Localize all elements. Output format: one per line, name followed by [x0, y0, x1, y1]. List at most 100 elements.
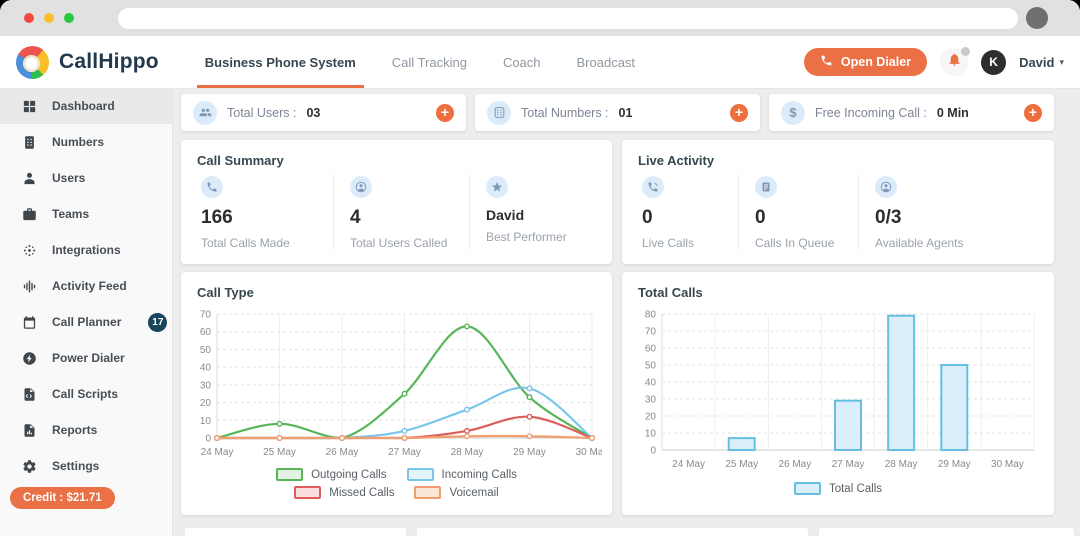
svg-text:26 May: 26 May	[326, 447, 359, 458]
minimize-dot[interactable]	[44, 13, 54, 23]
bell-icon	[947, 52, 962, 72]
tab-coach[interactable]: Coach	[503, 36, 541, 88]
report-file-icon	[22, 423, 37, 438]
svg-text:70: 70	[200, 310, 212, 321]
svg-text:27 May: 27 May	[388, 447, 421, 458]
numbers-keypad-icon	[22, 135, 37, 150]
sidebar-item-activity-feed[interactable]: Activity Feed	[0, 268, 172, 304]
browser-chrome	[0, 0, 1080, 36]
credit-badge[interactable]: Credit : $21.71	[10, 487, 115, 509]
sidebar-item-dashboard[interactable]: Dashboard	[0, 88, 172, 124]
svg-text:60: 60	[645, 344, 657, 355]
svg-text:24 May: 24 May	[672, 459, 705, 470]
gear-icon	[22, 459, 37, 474]
phone-call-icon	[642, 176, 664, 198]
add-credit-button[interactable]: +	[1024, 103, 1042, 122]
call-type-legend: Outgoing Calls Incoming Calls Missed Calls…	[217, 468, 577, 499]
total-calls-title: Total Calls	[638, 285, 703, 300]
total-numbers-card: Total Numbers : 01 +	[475, 94, 760, 131]
svg-text:40: 40	[200, 363, 212, 374]
app-header: CallHippo Business Phone System Call Tra…	[0, 36, 1080, 89]
teams-briefcase-icon	[22, 207, 37, 222]
activity-equalizer-icon	[22, 279, 37, 294]
phone-icon	[201, 176, 223, 198]
free-incoming-call-card: $ Free Incoming Call : 0 Min +	[769, 94, 1054, 131]
legend-label: Missed Calls	[329, 486, 395, 499]
add-number-button[interactable]: +	[730, 103, 748, 122]
phone-icon	[820, 54, 833, 70]
notifications-button[interactable]	[940, 47, 971, 76]
svg-text:28 May: 28 May	[451, 447, 484, 458]
sidebar-item-teams[interactable]: Teams	[0, 196, 172, 232]
svg-text:25 May: 25 May	[725, 459, 758, 470]
legend-item: Outgoing Calls	[276, 468, 387, 481]
svg-text:50: 50	[645, 361, 657, 372]
call-queue-icon	[755, 176, 777, 198]
svg-text:40: 40	[645, 378, 657, 389]
legend-label: Incoming Calls	[441, 468, 517, 481]
svg-text:30: 30	[200, 380, 212, 391]
sidebar-item-call-scripts[interactable]: Call Scripts	[0, 376, 172, 412]
tab-broadcast[interactable]: Broadcast	[577, 36, 636, 88]
call-type-chart: 0 10 20 30 40 50 60 70 24 May 25 May 26 May 27 May 2…	[200, 310, 602, 459]
user-circle-icon	[350, 176, 372, 198]
open-dialer-button[interactable]: Open Dialer	[803, 48, 928, 76]
brand-name: CallHippo	[59, 50, 159, 73]
total-calls-card: Total Calls 0 10 20 30 40 50 60 70 80 24 May 25 Ma…	[622, 272, 1054, 515]
legend-item: Missed Calls	[294, 486, 394, 499]
svg-text:27 May: 27 May	[832, 459, 865, 470]
metric-calls-in-queue: 0 Calls In Queue	[738, 174, 858, 250]
sidebar-item-settings[interactable]: Settings	[0, 448, 172, 484]
svg-text:24 May: 24 May	[201, 447, 234, 458]
svg-text:29 May: 29 May	[513, 447, 546, 458]
calendar-icon	[22, 315, 37, 330]
brand-logo[interactable]: CallHippo	[16, 45, 159, 79]
svg-text:20: 20	[645, 412, 657, 423]
svg-text:29 May: 29 May	[938, 459, 971, 470]
svg-text:70: 70	[645, 327, 657, 338]
legend-swatch	[294, 486, 322, 499]
sidebar-item-power-dialer[interactable]: Power Dialer	[0, 340, 172, 376]
legend-swatch	[414, 486, 442, 499]
live-activity-card: Live Activity 0 Live Calls 0 Calls In Qu…	[622, 140, 1054, 264]
chevron-down-icon: ▾	[1059, 56, 1064, 67]
user-menu[interactable]: David ▾	[1019, 55, 1064, 70]
sidebar-item-integrations[interactable]: Integrations	[0, 232, 172, 268]
next-row-card-stub	[417, 528, 808, 536]
svg-text:10: 10	[645, 429, 657, 440]
app-window: CallHippo Business Phone System Call Tra…	[0, 0, 1080, 536]
legend-item: Voicemail	[414, 486, 499, 499]
svg-text:50: 50	[200, 345, 212, 356]
svg-text:80: 80	[645, 310, 657, 321]
users-group-icon	[193, 100, 217, 125]
legend-swatch	[276, 468, 304, 481]
sidebar-item-numbers[interactable]: Numbers	[0, 124, 172, 160]
address-bar[interactable]	[118, 8, 1018, 29]
svg-text:0: 0	[650, 446, 656, 457]
power-dialer-icon	[22, 351, 37, 366]
avatar[interactable]: K	[981, 49, 1007, 75]
svg-text:28 May: 28 May	[885, 459, 918, 470]
svg-text:10: 10	[200, 416, 212, 427]
close-dot[interactable]	[24, 13, 34, 23]
legend-label: Total Calls	[828, 482, 883, 495]
legend-item: Total Calls	[793, 482, 883, 495]
add-user-button[interactable]: +	[436, 103, 454, 122]
total-users-card: Total Users : 03 +	[181, 94, 466, 131]
user-circle-icon	[875, 176, 897, 198]
zoom-dot[interactable]	[64, 13, 74, 23]
call-summary-card: Call Summary 166 Total Calls Made 4 Tota…	[181, 140, 612, 264]
tab-call-tracking[interactable]: Call Tracking	[392, 36, 467, 88]
legend-item: Incoming Calls	[406, 468, 517, 481]
sidebar-item-call-planner[interactable]: Call Planner 17	[0, 304, 172, 340]
metric-available-agents: 0/3 Available Agents	[858, 174, 980, 250]
sidebar-item-reports[interactable]: Reports	[0, 412, 172, 448]
legend-label: Outgoing Calls	[311, 468, 387, 481]
user-icon	[22, 171, 37, 186]
metric-best-performer: David Best Performer	[469, 174, 583, 250]
profile-circle-icon[interactable]	[1026, 7, 1048, 29]
sidebar-item-users[interactable]: Users	[0, 160, 172, 196]
legend-label: Voicemail	[449, 486, 499, 499]
svg-text:30 May: 30 May	[991, 459, 1024, 470]
tab-business-phone-system[interactable]: Business Phone System	[196, 36, 364, 88]
